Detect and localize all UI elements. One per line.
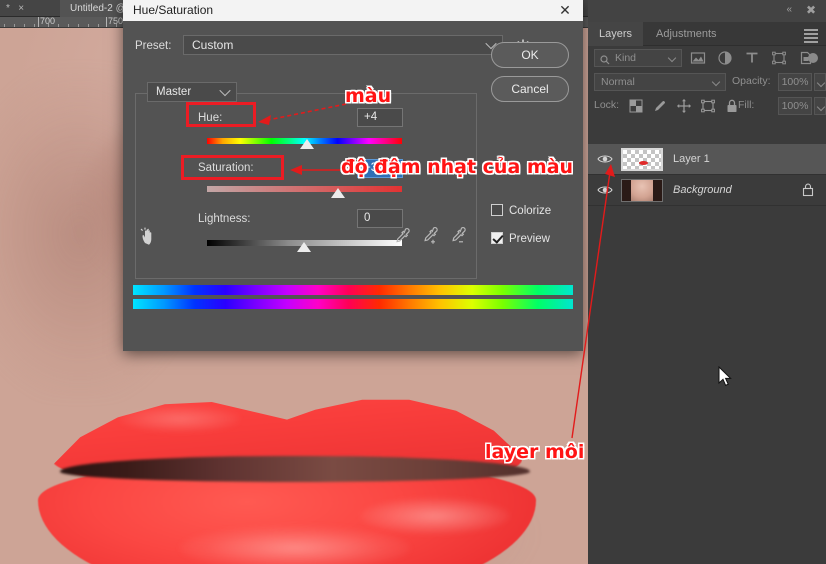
- blend-mode-row: Normal Opacity: 100%: [588, 70, 826, 94]
- image-filter-icon[interactable]: [690, 50, 706, 66]
- layer-thumbnail[interactable]: [621, 179, 663, 202]
- preset-value: Custom: [192, 38, 234, 52]
- shape-filter-icon[interactable]: [771, 50, 787, 66]
- tab-adjustments[interactable]: Adjustments: [645, 22, 728, 46]
- lock-artboard-icon[interactable]: [700, 98, 716, 114]
- filter-toggle-icon[interactable]: [808, 53, 818, 63]
- saturation-slider-thumb[interactable]: [331, 188, 345, 198]
- collapse-panel-icon[interactable]: «: [786, 4, 792, 15]
- eyedropper-minus-icon[interactable]: [449, 227, 467, 245]
- hue-value-field[interactable]: +4: [357, 108, 403, 127]
- checkbox-box[interactable]: [491, 204, 503, 216]
- tab-layers[interactable]: Layers: [588, 22, 644, 46]
- panel-menu-icon[interactable]: [804, 29, 818, 45]
- table-row[interactable]: Background: [588, 175, 826, 206]
- table-row[interactable]: Layer 1: [588, 144, 826, 175]
- fill-value[interactable]: 100%: [778, 97, 812, 115]
- lock-position-icon[interactable]: [676, 98, 692, 114]
- colorize-label: Colorize: [509, 205, 552, 217]
- cancel-button[interactable]: Cancel: [491, 76, 569, 102]
- panel-topbar: « ✖: [588, 0, 826, 22]
- lip-highlight-right: [360, 498, 510, 534]
- ok-button[interactable]: OK: [491, 42, 569, 68]
- eye-icon: [597, 186, 613, 194]
- hue-slider-thumb[interactable]: [300, 139, 314, 149]
- annotation-layer-moi: layer môi: [485, 441, 585, 463]
- eyedropper-plus-icon[interactable]: [421, 227, 439, 245]
- spectrum-bar-adjusted[interactable]: [133, 299, 573, 309]
- panel-tabs: Layers Adjustments: [588, 22, 826, 46]
- mouth-line: [60, 456, 530, 482]
- opacity-label: Opacity:: [732, 75, 771, 87]
- lips-region: [30, 376, 550, 564]
- channel-dropdown[interactable]: Master: [147, 82, 237, 102]
- lightness-label: Lightness:: [198, 213, 251, 225]
- fill-label: Fill:: [738, 99, 755, 111]
- ruler-label-750: 750: [108, 17, 124, 26]
- blend-mode-dropdown[interactable]: Normal: [594, 73, 726, 91]
- colorize-checkbox[interactable]: Colorize: [491, 204, 551, 217]
- tab-modified-close[interactable]: * ×: [0, 0, 60, 17]
- close-icon[interactable]: ×: [18, 3, 24, 14]
- opacity-value[interactable]: 100%: [778, 73, 812, 91]
- adjustment-filter-icon[interactable]: [717, 50, 733, 66]
- dialog-body: Preset: Custom OK Cancel Master Hue: +4 …: [123, 21, 583, 351]
- ruler-label-700: 700: [40, 17, 56, 26]
- preset-dropdown[interactable]: Custom: [183, 35, 503, 55]
- lock-transparency-icon[interactable]: [628, 98, 644, 114]
- layer-thumbnail[interactable]: [621, 148, 663, 171]
- saturation-label-highlight-box: [181, 155, 284, 180]
- preset-label: Preset:: [135, 40, 172, 52]
- lock-label: Lock:: [594, 99, 620, 111]
- lock-icon: [802, 183, 814, 202]
- lip-highlight-lower: [180, 526, 410, 564]
- checkbox-box[interactable]: [491, 232, 503, 244]
- layers-panel[interactable]: « ✖ Layers Adjustments Kind Normal Opaci…: [588, 0, 826, 564]
- modified-marker: *: [6, 3, 10, 14]
- dialog-title: Hue/Saturation: [133, 3, 214, 17]
- spectrum-bar-original: [133, 285, 573, 295]
- lightness-value-field[interactable]: 0: [357, 209, 403, 228]
- filter-kind-label: Kind: [615, 52, 637, 64]
- annotation-mau: màu: [345, 85, 392, 107]
- chevron-down-icon: [711, 77, 721, 87]
- layer-visibility-toggle[interactable]: [592, 175, 618, 206]
- dialog-titlebar[interactable]: Hue/Saturation ✕: [123, 0, 583, 21]
- layer-visibility-toggle[interactable]: [592, 144, 618, 175]
- close-icon[interactable]: ✕: [547, 0, 583, 21]
- saturation-slider-track[interactable]: [207, 186, 402, 192]
- type-filter-icon[interactable]: [744, 50, 760, 66]
- chevron-down-icon: [667, 53, 677, 63]
- layer-name[interactable]: Background: [673, 175, 732, 206]
- preview-checkbox[interactable]: Preview: [491, 232, 550, 245]
- chevron-down-icon: [219, 84, 231, 97]
- blend-mode-value: Normal: [601, 76, 635, 88]
- lock-image-icon[interactable]: [652, 98, 668, 114]
- photoshop-window: * × Untitled-2 @ 35 700 750 Hue/Saturati…: [0, 0, 826, 564]
- opacity-stepper[interactable]: [814, 73, 826, 91]
- fill-stepper[interactable]: [814, 97, 826, 115]
- lightness-slider-thumb[interactable]: [297, 242, 311, 252]
- annotation-do-dam-nhat: độ đậm nhạt của màu: [341, 156, 574, 178]
- layer-name[interactable]: Layer 1: [673, 144, 710, 175]
- hand-icon[interactable]: [139, 227, 161, 247]
- filter-kind-dropdown[interactable]: Kind: [594, 49, 682, 67]
- preview-label: Preview: [509, 233, 550, 245]
- close-panel-icon[interactable]: ✖: [806, 3, 816, 17]
- eye-icon: [597, 155, 613, 163]
- hue-label-highlight-box: [186, 102, 256, 127]
- channel-value: Master: [156, 86, 192, 98]
- lip-highlight-upper: [120, 406, 240, 432]
- layer-filter-row: Kind: [588, 46, 826, 70]
- mouse-cursor: [718, 365, 732, 392]
- eyedropper-icon[interactable]: [393, 227, 411, 245]
- lock-row: Lock: Fill: 100%: [588, 94, 826, 118]
- search-icon: [600, 54, 610, 70]
